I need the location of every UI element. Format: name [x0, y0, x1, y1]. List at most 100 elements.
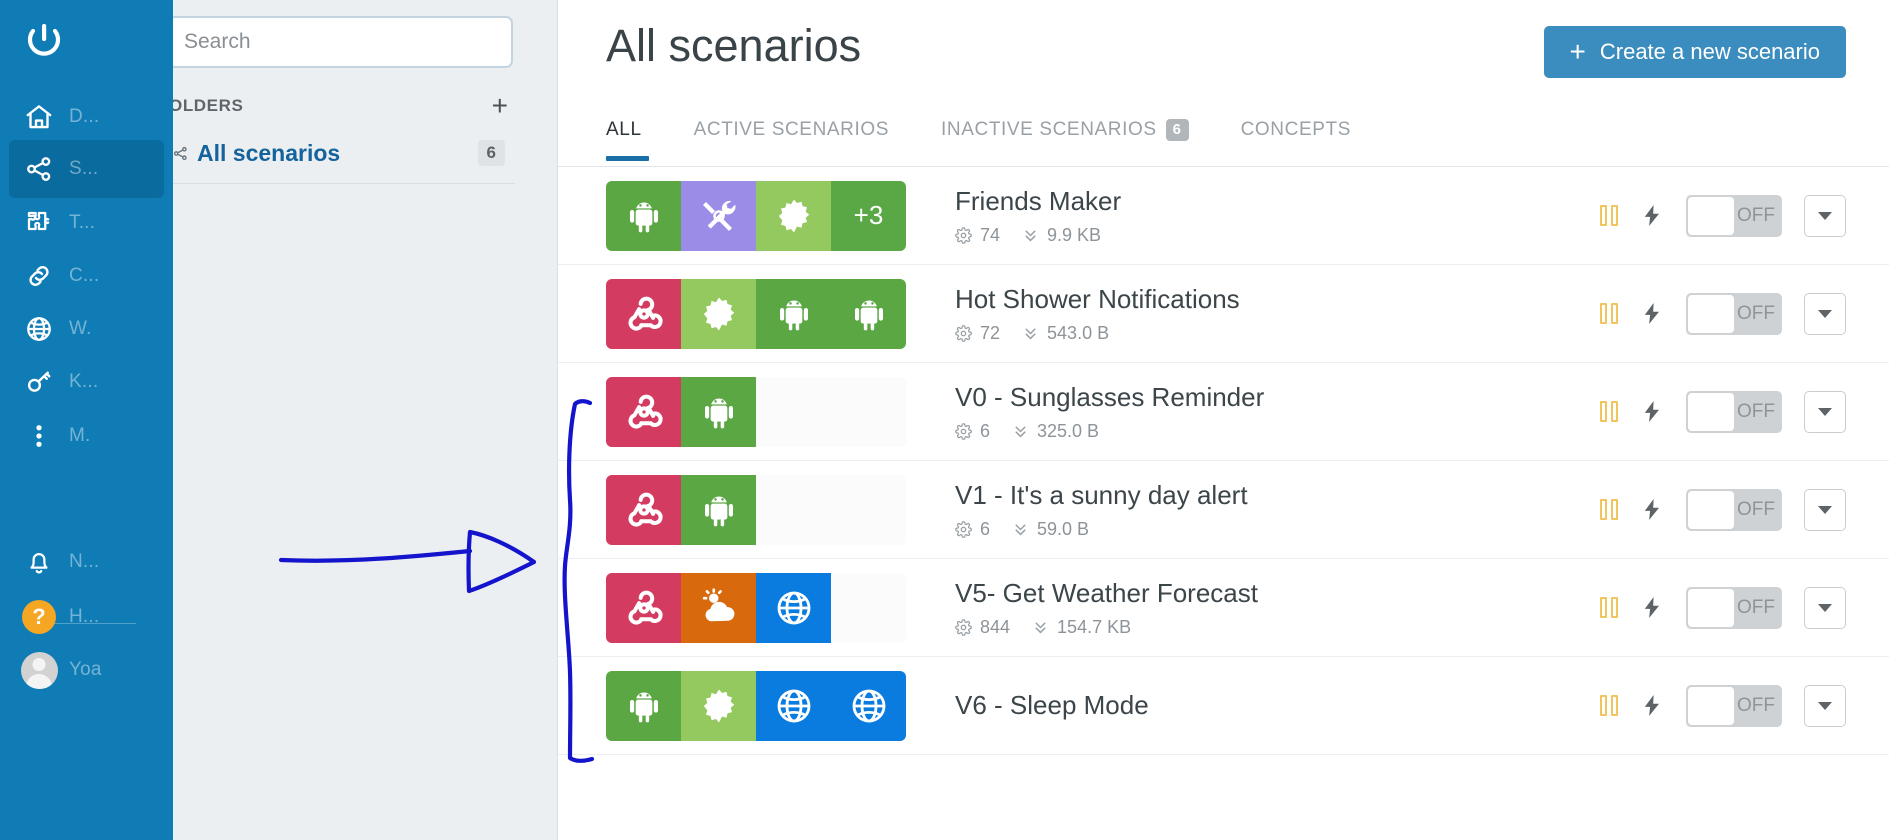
- scenario-row[interactable]: V5- Get Weather Forecast 844 154.7 KB OF…: [558, 559, 1889, 657]
- left-sidebar-rail: D... S... T... C... W. K... M. N... ? H.…: [0, 0, 173, 840]
- pause-icon[interactable]: [1600, 303, 1618, 324]
- scenario-options-button[interactable]: [1804, 194, 1846, 237]
- search-input[interactable]: [168, 16, 513, 68]
- pause-icon[interactable]: [1600, 401, 1618, 422]
- sidebar-item-templates[interactable]: T...: [9, 194, 164, 252]
- android-icon: [854, 299, 883, 330]
- webhook-icon: [628, 394, 663, 428]
- scenario-row[interactable]: V6 - Sleep Mode OFF: [558, 657, 1889, 755]
- tab-inactive-scenarios[interactable]: INACTIVE SCENARIOS 6: [941, 119, 1189, 161]
- pause-icon[interactable]: [1600, 695, 1618, 716]
- integromat-logo-icon: [27, 24, 61, 56]
- app-tile-android: [606, 670, 681, 741]
- bolt-icon[interactable]: [1640, 496, 1664, 523]
- scenario-controls: OFF: [1546, 390, 1846, 433]
- scenario-stats: 6 59.0 B: [955, 519, 1546, 540]
- sidebar-item-help[interactable]: ? H...: [9, 588, 164, 646]
- bolt-icon[interactable]: [1640, 300, 1664, 327]
- scenario-info: V1 - It's a sunny day alert 6 59.0 B: [906, 479, 1546, 540]
- folder-label: All scenarios: [197, 139, 341, 166]
- chevrons-down-icon: [1025, 230, 1036, 241]
- bolt-icon[interactable]: [1640, 202, 1664, 229]
- gear-icon: [703, 689, 734, 722]
- toggle-state-label: OFF: [1737, 302, 1775, 324]
- help-icon: ?: [9, 600, 69, 634]
- webhook-icon: [628, 492, 663, 526]
- app-tile-globe: [756, 572, 831, 643]
- scenario-row[interactable]: V0 - Sunglasses Reminder 6 325.0 B OFF: [558, 363, 1889, 461]
- scenario-name[interactable]: Hot Shower Notifications: [955, 283, 1546, 316]
- add-folder-button[interactable]: +: [492, 92, 514, 120]
- app-tile-tools: [681, 180, 756, 251]
- scenario-name[interactable]: V1 - It's a sunny day alert: [955, 479, 1546, 512]
- sidebar-item-account[interactable]: Yoa: [9, 641, 164, 699]
- data-transfer-stat: 154.7 KB: [1032, 617, 1131, 638]
- sidebar-label-scenarios: S...: [69, 158, 99, 179]
- pause-icon[interactable]: [1600, 205, 1618, 226]
- scenario-toggle[interactable]: OFF: [1686, 488, 1782, 531]
- bolt-icon[interactable]: [1640, 692, 1664, 719]
- app-tile-webhook: [606, 572, 681, 643]
- scenario-info: Hot Shower Notifications 72 543.0 B: [906, 283, 1546, 344]
- folder-item-all-scenarios[interactable]: All scenarios 6: [163, 133, 515, 173]
- tab-label: CONCEPTS: [1240, 119, 1351, 140]
- android-icon: [629, 201, 658, 232]
- scenario-name[interactable]: V5- Get Weather Forecast: [955, 577, 1546, 610]
- data-transfer-value: 543.0 B: [1047, 322, 1110, 343]
- scenario-row[interactable]: V1 - It's a sunny day alert 6 59.0 B OFF: [558, 461, 1889, 559]
- android-icon: [704, 495, 733, 526]
- toggle-knob: [1688, 392, 1734, 431]
- pause-icon[interactable]: [1600, 597, 1618, 618]
- tab-concepts[interactable]: CONCEPTS: [1241, 119, 1351, 161]
- scenario-name[interactable]: Friends Maker: [955, 185, 1546, 218]
- scenario-row[interactable]: +3 Friends Maker 74 9.9 KB OFF: [558, 167, 1889, 265]
- scenario-toggle[interactable]: OFF: [1686, 194, 1782, 237]
- sidebar-item-connections[interactable]: C...: [9, 247, 164, 305]
- android-icon: [779, 299, 808, 330]
- scenario-stats: 72 543.0 B: [955, 323, 1546, 344]
- scenario-toggle[interactable]: OFF: [1686, 292, 1782, 335]
- app-tile-android: [681, 474, 756, 545]
- scenario-name[interactable]: V6 - Sleep Mode: [955, 689, 1546, 722]
- toggle-state-label: OFF: [1737, 596, 1775, 618]
- globe-icon: [777, 591, 810, 624]
- scenario-name[interactable]: V0 - Sunglasses Reminder: [955, 381, 1546, 414]
- sidebar-item-keys[interactable]: K...: [9, 353, 164, 411]
- scenario-options-button[interactable]: [1804, 586, 1846, 629]
- scenario-toggle[interactable]: OFF: [1686, 390, 1782, 433]
- scenario-stats: 6 325.0 B: [955, 421, 1546, 442]
- sidebar-item-notifications[interactable]: N...: [9, 533, 164, 591]
- app-logo[interactable]: [0, 8, 173, 74]
- sidebar-label-more: M.: [69, 425, 91, 446]
- operations-count: 6: [980, 518, 991, 539]
- app-tile-blank: [831, 474, 906, 545]
- sidebar-item-dashboard[interactable]: D...: [9, 88, 164, 146]
- toggle-knob: [1688, 490, 1734, 529]
- app-tile-android: [681, 376, 756, 447]
- operations-stat: 72: [955, 323, 1000, 344]
- data-transfer-value: 59.0 B: [1037, 518, 1090, 539]
- avatar-icon: [9, 651, 69, 689]
- pause-icon[interactable]: [1600, 499, 1618, 520]
- tab-active-scenarios[interactable]: ACTIVE SCENARIOS: [694, 119, 889, 161]
- sidebar-item-scenarios[interactable]: S...: [9, 140, 164, 198]
- scenario-options-button[interactable]: [1804, 292, 1846, 335]
- bolt-icon[interactable]: [1640, 594, 1664, 621]
- weather-icon: [702, 587, 734, 621]
- scenario-stats: 74 9.9 KB: [955, 225, 1546, 246]
- webhook-icon: [628, 590, 663, 624]
- scenario-options-button[interactable]: [1804, 684, 1846, 727]
- sidebar-item-more[interactable]: M.: [9, 407, 164, 465]
- bolt-icon[interactable]: [1640, 398, 1664, 425]
- tab-all[interactable]: ALL: [606, 119, 649, 161]
- scenario-toggle[interactable]: OFF: [1686, 586, 1782, 629]
- scenario-toggle[interactable]: OFF: [1686, 684, 1782, 727]
- sidebar-label-webhooks: W.: [69, 318, 92, 339]
- scenario-options-button[interactable]: [1804, 488, 1846, 531]
- chevron-down-icon: [1818, 407, 1832, 416]
- create-new-scenario-button[interactable]: + Create a new scenario: [1543, 26, 1846, 78]
- scenario-row[interactable]: Hot Shower Notifications 72 543.0 B OFF: [558, 265, 1889, 363]
- scenario-options-button[interactable]: [1804, 390, 1846, 433]
- sidebar-item-webhooks[interactable]: W.: [9, 300, 164, 358]
- sidebar-label-templates: T...: [69, 212, 96, 233]
